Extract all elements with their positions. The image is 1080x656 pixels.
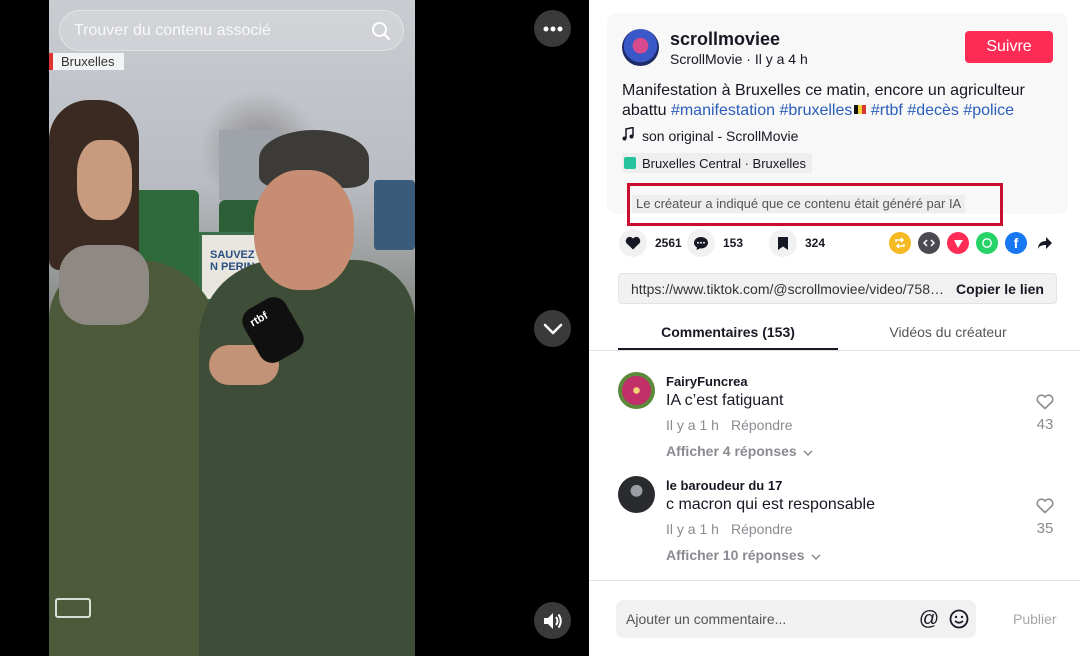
- comment-text: IA c’est fatiguant: [666, 392, 784, 409]
- hashtag-deces[interactable]: #decès: [907, 102, 959, 119]
- chevron-down-icon: [803, 443, 813, 459]
- tab-creator-videos[interactable]: Vidéos du créateur: [838, 318, 1058, 350]
- follow-button[interactable]: Suivre: [965, 31, 1053, 63]
- bookmark-icon[interactable]: [769, 229, 797, 257]
- post-info-card: scrollmoviee ScrollMovie · Il y a 4 h Su…: [607, 13, 1068, 226]
- embed-icon[interactable]: [918, 232, 940, 254]
- tractor-right: [374, 180, 415, 250]
- comment-time: Il y a 1 h: [666, 521, 719, 537]
- heart-icon[interactable]: [619, 229, 647, 257]
- facebook-icon[interactable]: f: [1005, 232, 1027, 254]
- comment-text: c macron qui est responsable: [666, 496, 875, 513]
- repost-icon[interactable]: [889, 232, 911, 254]
- hashtag-bruxelles[interactable]: #bruxelles: [779, 102, 852, 119]
- comment-like-count: 43: [1036, 416, 1054, 433]
- comment-icon[interactable]: [687, 229, 715, 257]
- author-meta: ScrollMovie · Il y a 4 h: [670, 51, 808, 67]
- commenter-avatar[interactable]: [618, 476, 655, 513]
- location-pin-icon: [624, 157, 636, 169]
- heart-outline-icon[interactable]: [1036, 498, 1054, 518]
- belgium-flag-emoji: [854, 105, 867, 114]
- music-note-icon: [622, 126, 634, 144]
- side-panel: scrollmoviee ScrollMovie · Il y a 4 h Su…: [589, 0, 1080, 656]
- save-count: 324: [805, 236, 826, 250]
- tab-comments[interactable]: Commentaires (153): [618, 318, 838, 350]
- next-video-chevron-icon[interactable]: [534, 310, 571, 347]
- comment-input[interactable]: [616, 611, 916, 627]
- comment-like[interactable]: 43: [1033, 394, 1057, 433]
- commenter-username[interactable]: FairyFuncrea: [666, 374, 748, 389]
- action-bar: 2561 153 324 f: [619, 229, 1059, 257]
- chevron-down-icon: [810, 547, 821, 563]
- video-link-row: https://www.tiktok.com/@scrollmoviee/vid…: [618, 273, 1057, 304]
- commenter-avatar[interactable]: [618, 372, 655, 409]
- panel-tabs: Commentaires (153) Vidéos du créateur: [618, 318, 1058, 350]
- rtbf-watermark: [55, 598, 91, 618]
- reply-button[interactable]: Répondre: [731, 417, 793, 433]
- view-replies-button[interactable]: Afficher 10 réponses: [666, 547, 821, 563]
- like-count: 2561: [655, 236, 682, 250]
- avatar[interactable]: [622, 29, 659, 66]
- share-arrow-icon[interactable]: [1034, 232, 1056, 254]
- post-time: Il y a 4 h: [754, 51, 808, 67]
- ai-generated-highlight: Le créateur a indiqué que ce contenu éta…: [627, 183, 1003, 226]
- mention-icon[interactable]: @: [916, 606, 942, 632]
- ai-generated-notice: Le créateur a indiqué que ce contenu éta…: [632, 195, 966, 213]
- whatsapp-icon[interactable]: [976, 232, 998, 254]
- send-icon[interactable]: [947, 232, 969, 254]
- hashtag-rtbf[interactable]: #rtbf: [871, 102, 903, 119]
- search-icon[interactable]: [359, 10, 403, 51]
- copy-link-button[interactable]: Copier le lien: [944, 281, 1056, 297]
- author-username[interactable]: scrollmoviee: [670, 29, 780, 50]
- sound-link[interactable]: son original - ScrollMovie: [622, 126, 799, 144]
- video-player[interactable]: SAUVEZ N PERIN rtbf: [49, 0, 415, 656]
- author-display-name[interactable]: ScrollMovie: [670, 51, 742, 67]
- comment-count: 153: [723, 236, 744, 250]
- hashtag-manifestation[interactable]: #manifestation: [671, 102, 775, 119]
- related-search-input[interactable]: [60, 21, 359, 40]
- video-location-tag: Bruxelles: [49, 53, 125, 70]
- save-stat[interactable]: 324: [769, 229, 825, 257]
- farmer-face: [254, 170, 354, 290]
- video-area: SAUVEZ N PERIN rtbf Bruxelles: [0, 0, 589, 656]
- reply-button[interactable]: Répondre: [731, 521, 793, 537]
- hashtag-police[interactable]: #police: [963, 102, 1014, 119]
- comment-input-box[interactable]: @: [616, 600, 976, 638]
- related-search-bar[interactable]: [59, 10, 404, 51]
- heart-outline-icon[interactable]: [1036, 394, 1054, 414]
- view-replies-label: Afficher 4 réponses: [666, 443, 797, 459]
- emoji-icon[interactable]: [946, 606, 972, 632]
- like-stat[interactable]: 2561: [619, 229, 682, 257]
- commenter-username[interactable]: le baroudeur du 17: [666, 478, 782, 493]
- comment-like-count: 35: [1036, 520, 1054, 537]
- volume-icon[interactable]: [534, 602, 571, 639]
- comment-composer: @ Publier: [589, 580, 1080, 656]
- publish-button[interactable]: Publier: [1013, 611, 1057, 627]
- location-name: Bruxelles Central · Bruxelles: [642, 155, 807, 171]
- comment-time: Il y a 1 h: [666, 417, 719, 433]
- more-options-icon[interactable]: [534, 10, 571, 47]
- post-caption: Manifestation à Bruxelles ce matin, enco…: [622, 81, 1058, 121]
- video-url[interactable]: https://www.tiktok.com/@scrollmoviee/vid…: [619, 281, 944, 297]
- location-link[interactable]: Bruxelles Central · Bruxelles: [622, 153, 813, 173]
- reporter-face: [77, 140, 132, 220]
- comment-like[interactable]: 35: [1033, 498, 1057, 537]
- view-replies-button[interactable]: Afficher 4 réponses: [666, 443, 813, 459]
- tabs-divider: [589, 350, 1080, 351]
- sound-name: son original - ScrollMovie: [642, 127, 799, 144]
- farmer-jacket: [199, 260, 415, 656]
- comment-stat[interactable]: 153: [687, 229, 743, 257]
- view-replies-label: Afficher 10 réponses: [666, 547, 805, 563]
- reporter-scarf: [59, 245, 149, 325]
